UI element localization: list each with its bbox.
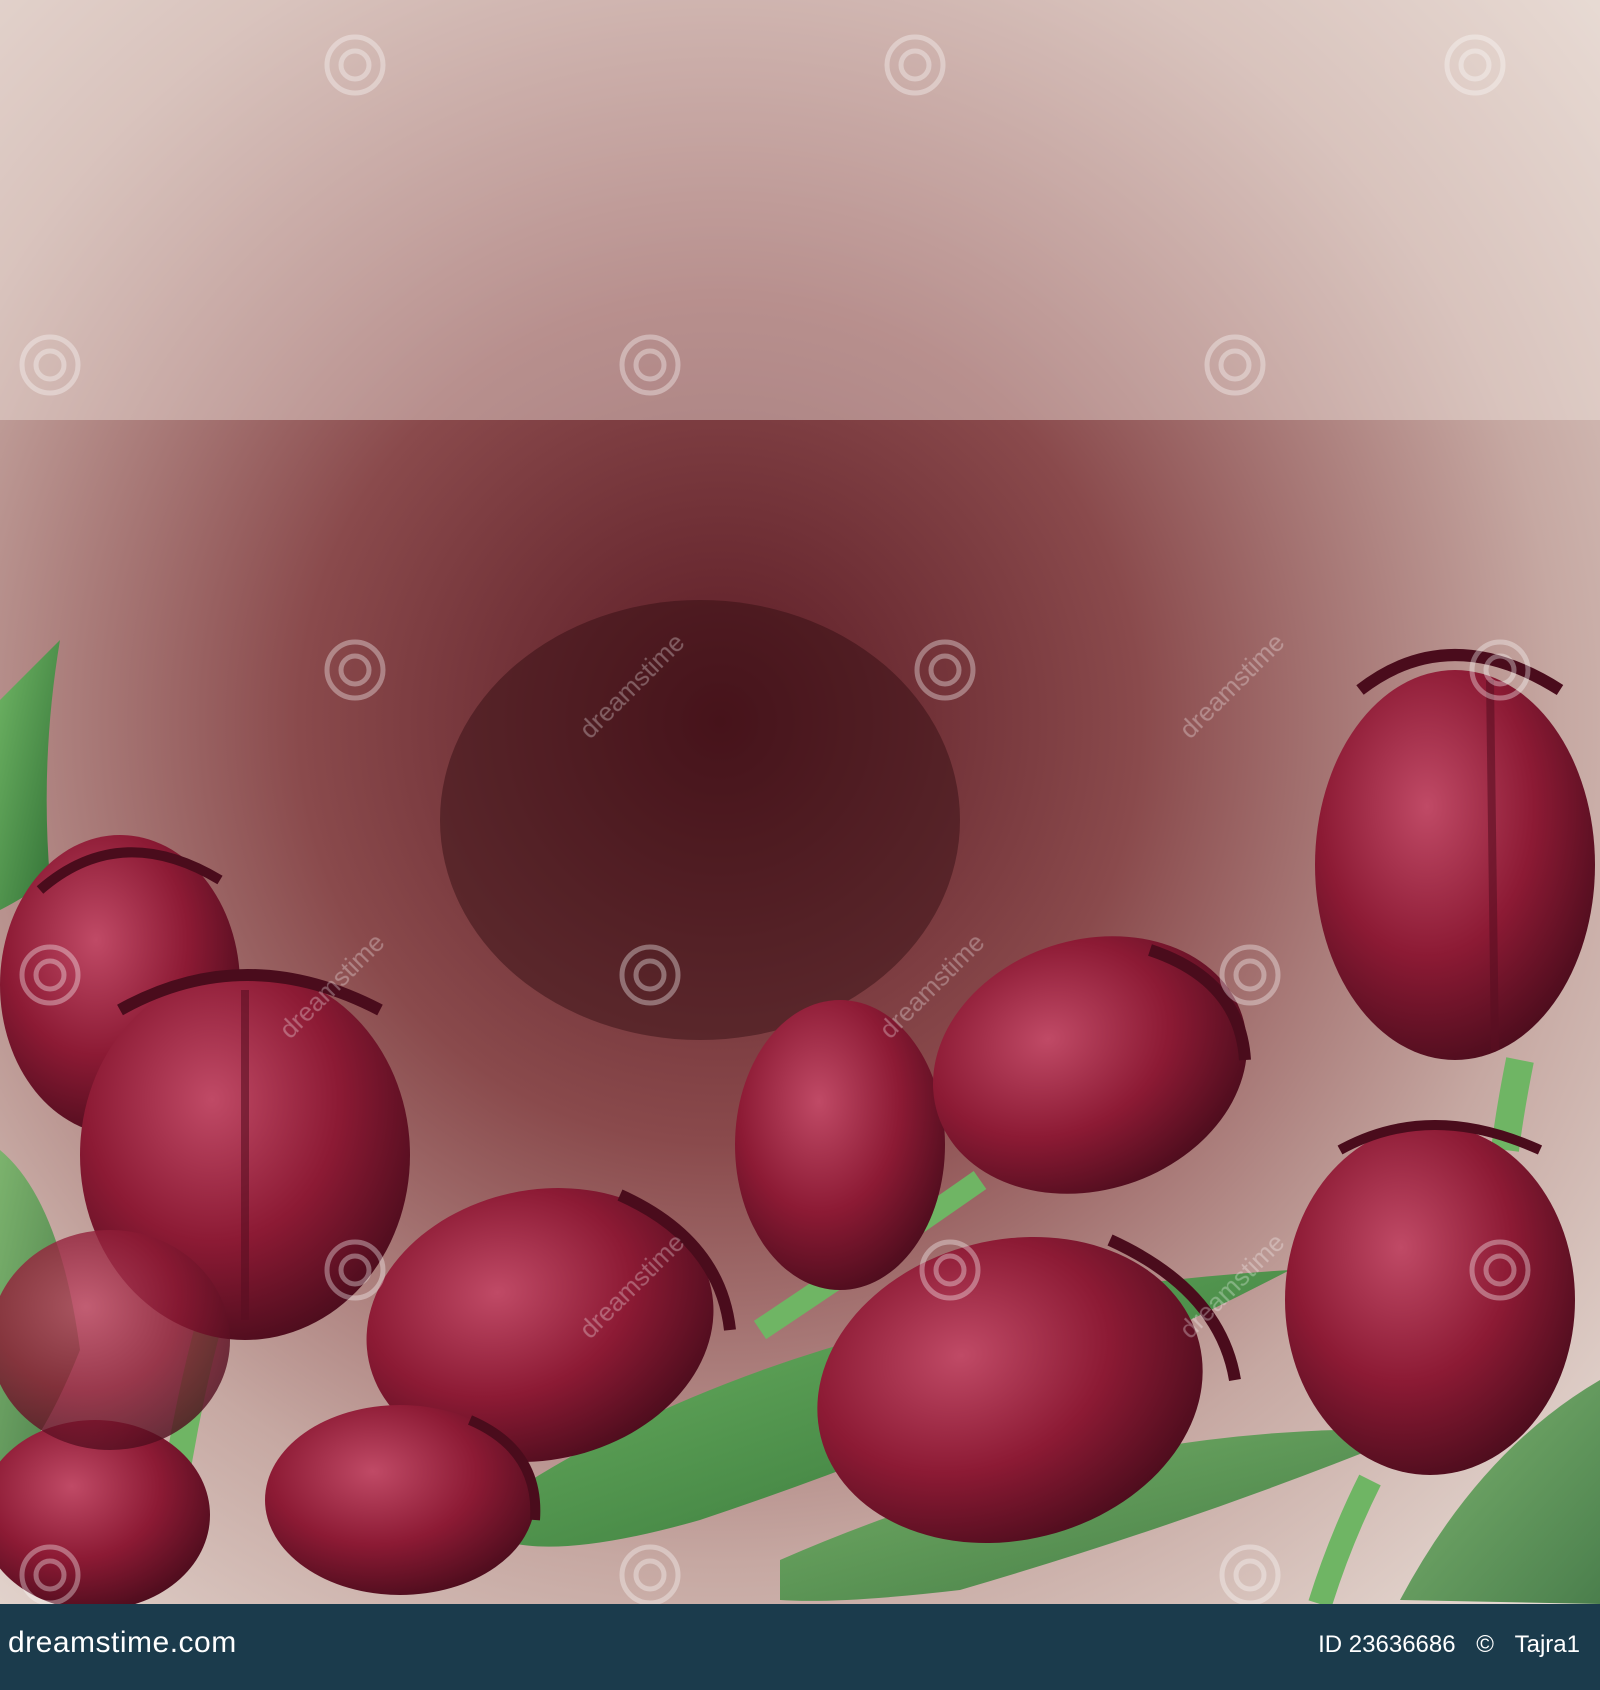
background-shadow (440, 600, 960, 1040)
tulip-flower (735, 1000, 945, 1290)
image-credit: ID 23636686 © Tajra1 (1304, 1631, 1580, 1659)
tulip-flower (0, 1230, 230, 1450)
background-highlight (0, 0, 1600, 420)
image-id: ID 23636686 (1318, 1631, 1456, 1658)
author-name[interactable]: Tajra1 (1515, 1631, 1580, 1658)
copyright-symbol: © (1476, 1631, 1494, 1658)
tulip-flower (265, 1405, 541, 1595)
tulip-illustration: dreamstime dreamstime dreamstime dreamst… (0, 0, 1600, 1604)
tulip-flower (1285, 1120, 1575, 1475)
tulip-photo: dreamstime dreamstime dreamstime dreamst… (0, 0, 1600, 1604)
site-logo[interactable]: dreamstime.com (8, 1626, 237, 1660)
stock-footer: dreamstime.com ID 23636686 © Tajra1 (0, 1604, 1600, 1690)
